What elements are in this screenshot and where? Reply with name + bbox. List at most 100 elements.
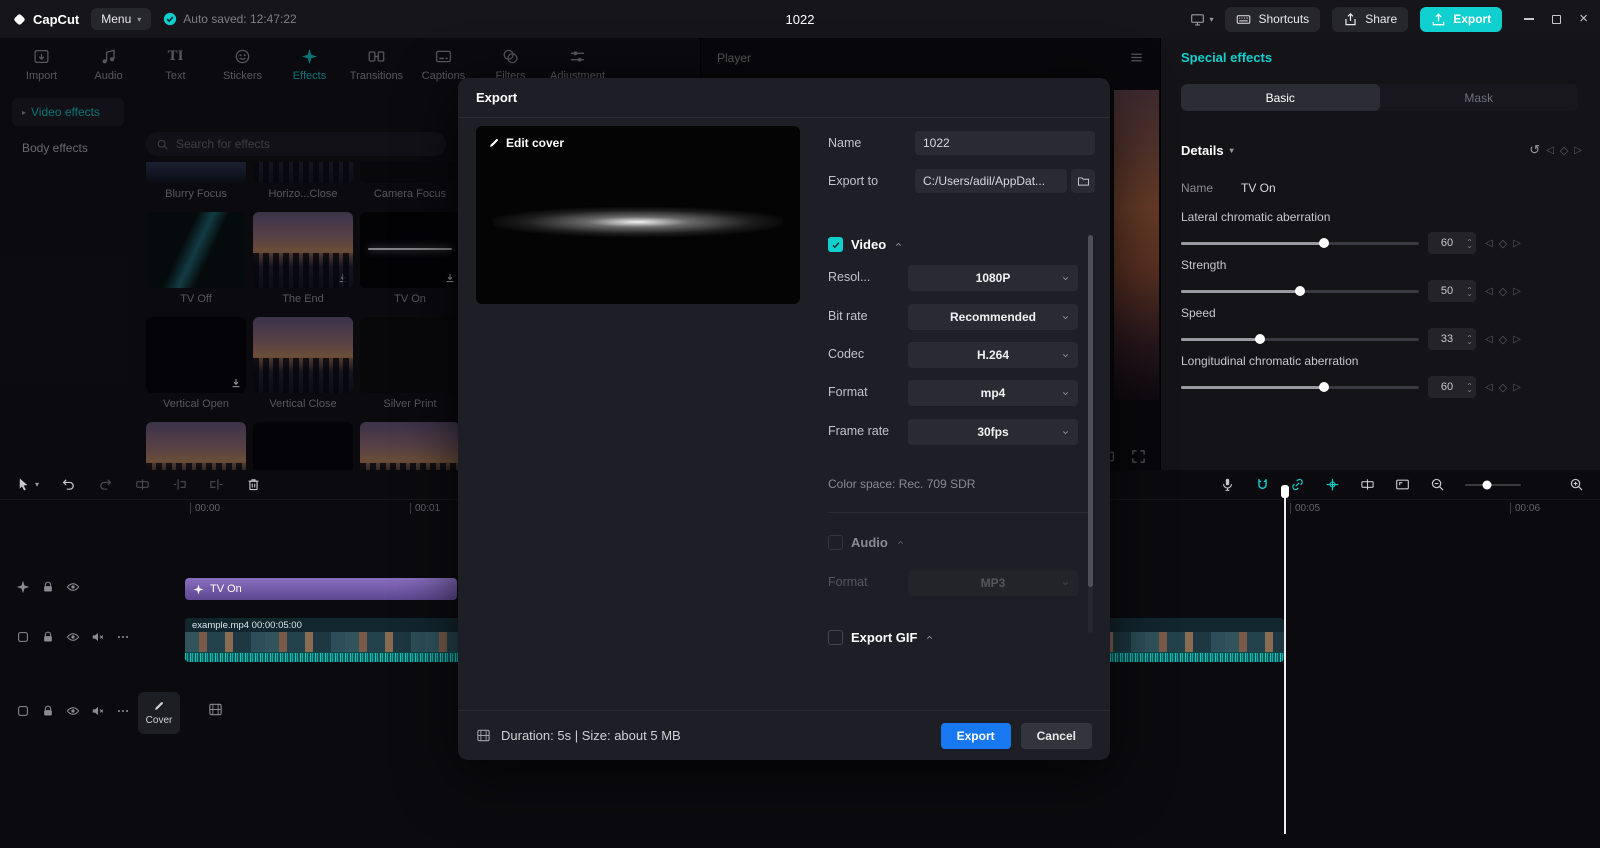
slider-knob[interactable] xyxy=(1319,238,1329,248)
name-field[interactable] xyxy=(915,131,1095,155)
cancel-button[interactable]: Cancel xyxy=(1021,723,1092,749)
cover-button[interactable]: Cover xyxy=(138,692,180,734)
reset-icon[interactable]: ↺ xyxy=(1529,142,1540,158)
step-down-icon[interactable] xyxy=(1466,340,1473,346)
menu-button[interactable]: Menu ▾ xyxy=(91,8,151,30)
eye-icon[interactable] xyxy=(66,630,80,644)
undo-icon[interactable] xyxy=(61,477,76,492)
cover-preview[interactable]: Edit cover xyxy=(476,126,800,304)
lock-icon[interactable] xyxy=(41,704,55,718)
effect-clip[interactable]: TV On xyxy=(185,578,457,600)
scrollbar-thumb[interactable] xyxy=(1088,235,1093,587)
step-down-icon[interactable] xyxy=(1466,388,1473,394)
step-down-icon[interactable] xyxy=(1466,244,1473,250)
add-keyframe-icon[interactable]: ◇ xyxy=(1499,333,1507,346)
slider-value[interactable]: 60 xyxy=(1428,232,1466,254)
browse-folder-button[interactable] xyxy=(1071,169,1095,193)
format-dropdown[interactable]: mp4 xyxy=(908,380,1078,406)
codec-dropdown[interactable]: H.264 xyxy=(908,342,1078,368)
filmstrip-icon[interactable] xyxy=(208,702,223,717)
preview-axis-icon[interactable] xyxy=(1325,477,1340,492)
link-icon[interactable] xyxy=(1290,477,1305,492)
next-keyframe-icon[interactable]: ▷ xyxy=(1513,286,1521,297)
slider-value[interactable]: 33 xyxy=(1428,328,1466,350)
audio-checkbox[interactable] xyxy=(828,535,843,550)
delete-right-icon[interactable] xyxy=(209,477,224,492)
slider-track[interactable] xyxy=(1181,242,1419,245)
playhead[interactable] xyxy=(1284,488,1286,834)
minimize-icon[interactable] xyxy=(1524,18,1534,20)
slider-track[interactable] xyxy=(1181,386,1419,389)
redo-icon[interactable] xyxy=(98,477,113,492)
slider-value[interactable]: 50 xyxy=(1428,280,1466,302)
slider-knob[interactable] xyxy=(1295,286,1305,296)
slider-track[interactable] xyxy=(1181,338,1419,341)
share-button[interactable]: Share xyxy=(1332,7,1408,32)
prev-keyframe-icon[interactable]: ◁ xyxy=(1485,334,1493,345)
tab-mask[interactable]: Mask xyxy=(1380,84,1579,111)
export-button-topbar[interactable]: Export xyxy=(1420,7,1502,32)
step-up-icon[interactable] xyxy=(1466,237,1473,243)
video-checkbox[interactable] xyxy=(828,237,843,252)
next-keyframe-icon[interactable]: ▷ xyxy=(1513,334,1521,345)
next-keyframe-icon[interactable]: ▷ xyxy=(1574,145,1582,156)
magnet-icon[interactable] xyxy=(1255,477,1270,492)
add-keyframe-icon[interactable]: ◇ xyxy=(1499,381,1507,394)
collapse-icon[interactable] xyxy=(894,240,903,249)
lock-icon[interactable] xyxy=(41,580,55,594)
collapse-icon[interactable] xyxy=(896,538,905,547)
adapt-icon[interactable] xyxy=(1395,477,1410,492)
slider-track[interactable] xyxy=(1181,290,1419,293)
split-clip-icon[interactable] xyxy=(1360,477,1375,492)
next-keyframe-icon[interactable]: ▷ xyxy=(1513,238,1521,249)
shortcuts-button[interactable]: Shortcuts xyxy=(1225,7,1320,32)
step-up-icon[interactable] xyxy=(1466,333,1473,339)
more-options-icon[interactable] xyxy=(116,630,130,644)
eye-icon[interactable] xyxy=(66,704,80,718)
step-up-icon[interactable] xyxy=(1466,285,1473,291)
export-gif-checkbox[interactable] xyxy=(828,630,843,645)
mute-icon[interactable] xyxy=(91,704,105,718)
prev-keyframe-icon[interactable]: ◁ xyxy=(1485,382,1493,393)
framerate-dropdown[interactable]: 30fps xyxy=(908,419,1078,445)
prev-keyframe-icon[interactable]: ◁ xyxy=(1485,286,1493,297)
select-tool[interactable]: ▾ xyxy=(16,477,39,492)
delete-left-icon[interactable] xyxy=(172,477,187,492)
slider-value[interactable]: 60 xyxy=(1428,376,1466,398)
maximize-icon[interactable] xyxy=(1552,15,1561,24)
export-confirm-button[interactable]: Export xyxy=(941,723,1011,749)
timeline-zoom-slider[interactable] xyxy=(1465,484,1521,486)
eye-icon[interactable] xyxy=(66,580,80,594)
resolution-dropdown[interactable]: 1080P xyxy=(908,265,1078,291)
step-up-icon[interactable] xyxy=(1466,381,1473,387)
collapse-icon[interactable] xyxy=(925,633,934,642)
edit-cover-button[interactable]: Edit cover xyxy=(488,136,564,150)
zoom-out-icon[interactable] xyxy=(1430,477,1445,492)
slider-knob[interactable] xyxy=(1319,382,1329,392)
dialog-scrollbar[interactable] xyxy=(1088,235,1093,633)
slider-knob[interactable] xyxy=(1255,334,1265,344)
bitrate-dropdown[interactable]: Recommended xyxy=(908,304,1078,330)
prev-keyframe-icon[interactable]: ◁ xyxy=(1485,238,1493,249)
add-keyframe-icon[interactable]: ◇ xyxy=(1499,285,1507,298)
prev-keyframe-icon[interactable]: ◁ xyxy=(1546,145,1554,156)
mute-icon[interactable] xyxy=(91,630,105,644)
add-keyframe-icon[interactable]: ◇ xyxy=(1499,237,1507,250)
voiceover-mic-icon[interactable] xyxy=(1220,477,1235,492)
zoom-in-icon[interactable] xyxy=(1569,477,1584,492)
chevron-down-icon[interactable]: ▾ xyxy=(1230,146,1234,155)
step-down-icon[interactable] xyxy=(1466,292,1473,298)
tab-basic[interactable]: Basic xyxy=(1181,84,1380,111)
pencil-icon xyxy=(488,137,500,149)
export-path-field[interactable] xyxy=(915,169,1067,193)
audio-format-dropdown[interactable]: MP3 xyxy=(908,570,1078,596)
trash-icon[interactable] xyxy=(246,477,261,492)
display-mode-button[interactable]: ▾ xyxy=(1190,12,1213,27)
split-icon[interactable] xyxy=(135,477,150,492)
more-options-icon[interactable] xyxy=(116,704,130,718)
next-keyframe-icon[interactable]: ▷ xyxy=(1513,382,1521,393)
close-icon[interactable]: × xyxy=(1579,14,1588,24)
zoom-slider-knob[interactable] xyxy=(1483,480,1492,489)
add-keyframe-icon[interactable]: ◇ xyxy=(1560,144,1568,157)
lock-icon[interactable] xyxy=(41,630,55,644)
